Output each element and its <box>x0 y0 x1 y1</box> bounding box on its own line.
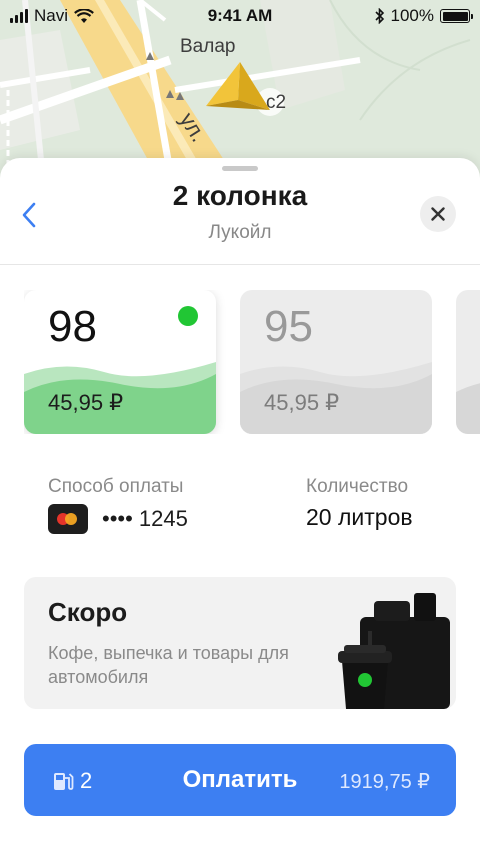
fuel-card-98[interactable]: 98 45,95 ₽ <box>24 290 216 434</box>
sheet-grabber[interactable] <box>222 166 258 171</box>
fuel-grade: 95 <box>264 302 313 351</box>
header-divider <box>0 264 480 265</box>
station-sheet: 2 колонка Лукойл 98 45,95 ₽ 95 45,95 ₽ С… <box>0 158 480 852</box>
selected-indicator <box>178 306 198 326</box>
pay-button[interactable]: 2 Оплатить 1919,75 ₽ <box>24 744 456 816</box>
close-button[interactable] <box>420 196 456 232</box>
promo-title: Скоро <box>48 597 128 627</box>
bluetooth-icon <box>374 8 384 24</box>
fuel-card-list[interactable]: 98 45,95 ₽ 95 45,95 ₽ <box>24 290 480 434</box>
quantity-value[interactable]: 20 литров <box>306 504 413 531</box>
card-number: •••• 1245 <box>102 506 188 531</box>
fuel-card-95[interactable]: 95 45,95 ₽ <box>240 290 432 434</box>
fuel-card-next[interactable] <box>456 290 480 434</box>
quantity-label: Количество <box>306 476 409 497</box>
close-icon <box>431 207 445 221</box>
fuel-price: 45,95 ₽ <box>264 390 340 415</box>
promo-banner[interactable]: Скоро Кофе, выпечка и товары для автомоб… <box>24 577 456 709</box>
battery-percent: 100% <box>390 6 434 25</box>
fuel-price: 45,95 ₽ <box>48 390 124 415</box>
card-wave <box>24 362 216 434</box>
battery-icon <box>440 9 473 23</box>
card-wave <box>456 383 480 434</box>
payment-method-label: Способ оплаты <box>48 476 184 497</box>
promo-text: Кофе, выпечка и товары для автомобиля <box>48 643 289 687</box>
payment-method-selector[interactable]: •••• 1245 <box>48 504 188 534</box>
navigation-arrow-icon <box>206 62 270 110</box>
station-title: 2 колонка <box>172 180 308 211</box>
status-bar: Navi 9:41 AM 100% <box>0 0 480 32</box>
station-subtitle: Лукойл <box>208 222 272 243</box>
coffee-and-canister-icon <box>338 593 450 709</box>
card-wave <box>240 362 432 434</box>
map-building-label: с2 <box>266 92 287 113</box>
map-place-label: Валар <box>180 36 236 57</box>
mastercard-icon <box>48 504 88 534</box>
fuel-grade: 98 <box>48 302 97 351</box>
pay-amount: 1919,75 ₽ <box>339 771 430 793</box>
